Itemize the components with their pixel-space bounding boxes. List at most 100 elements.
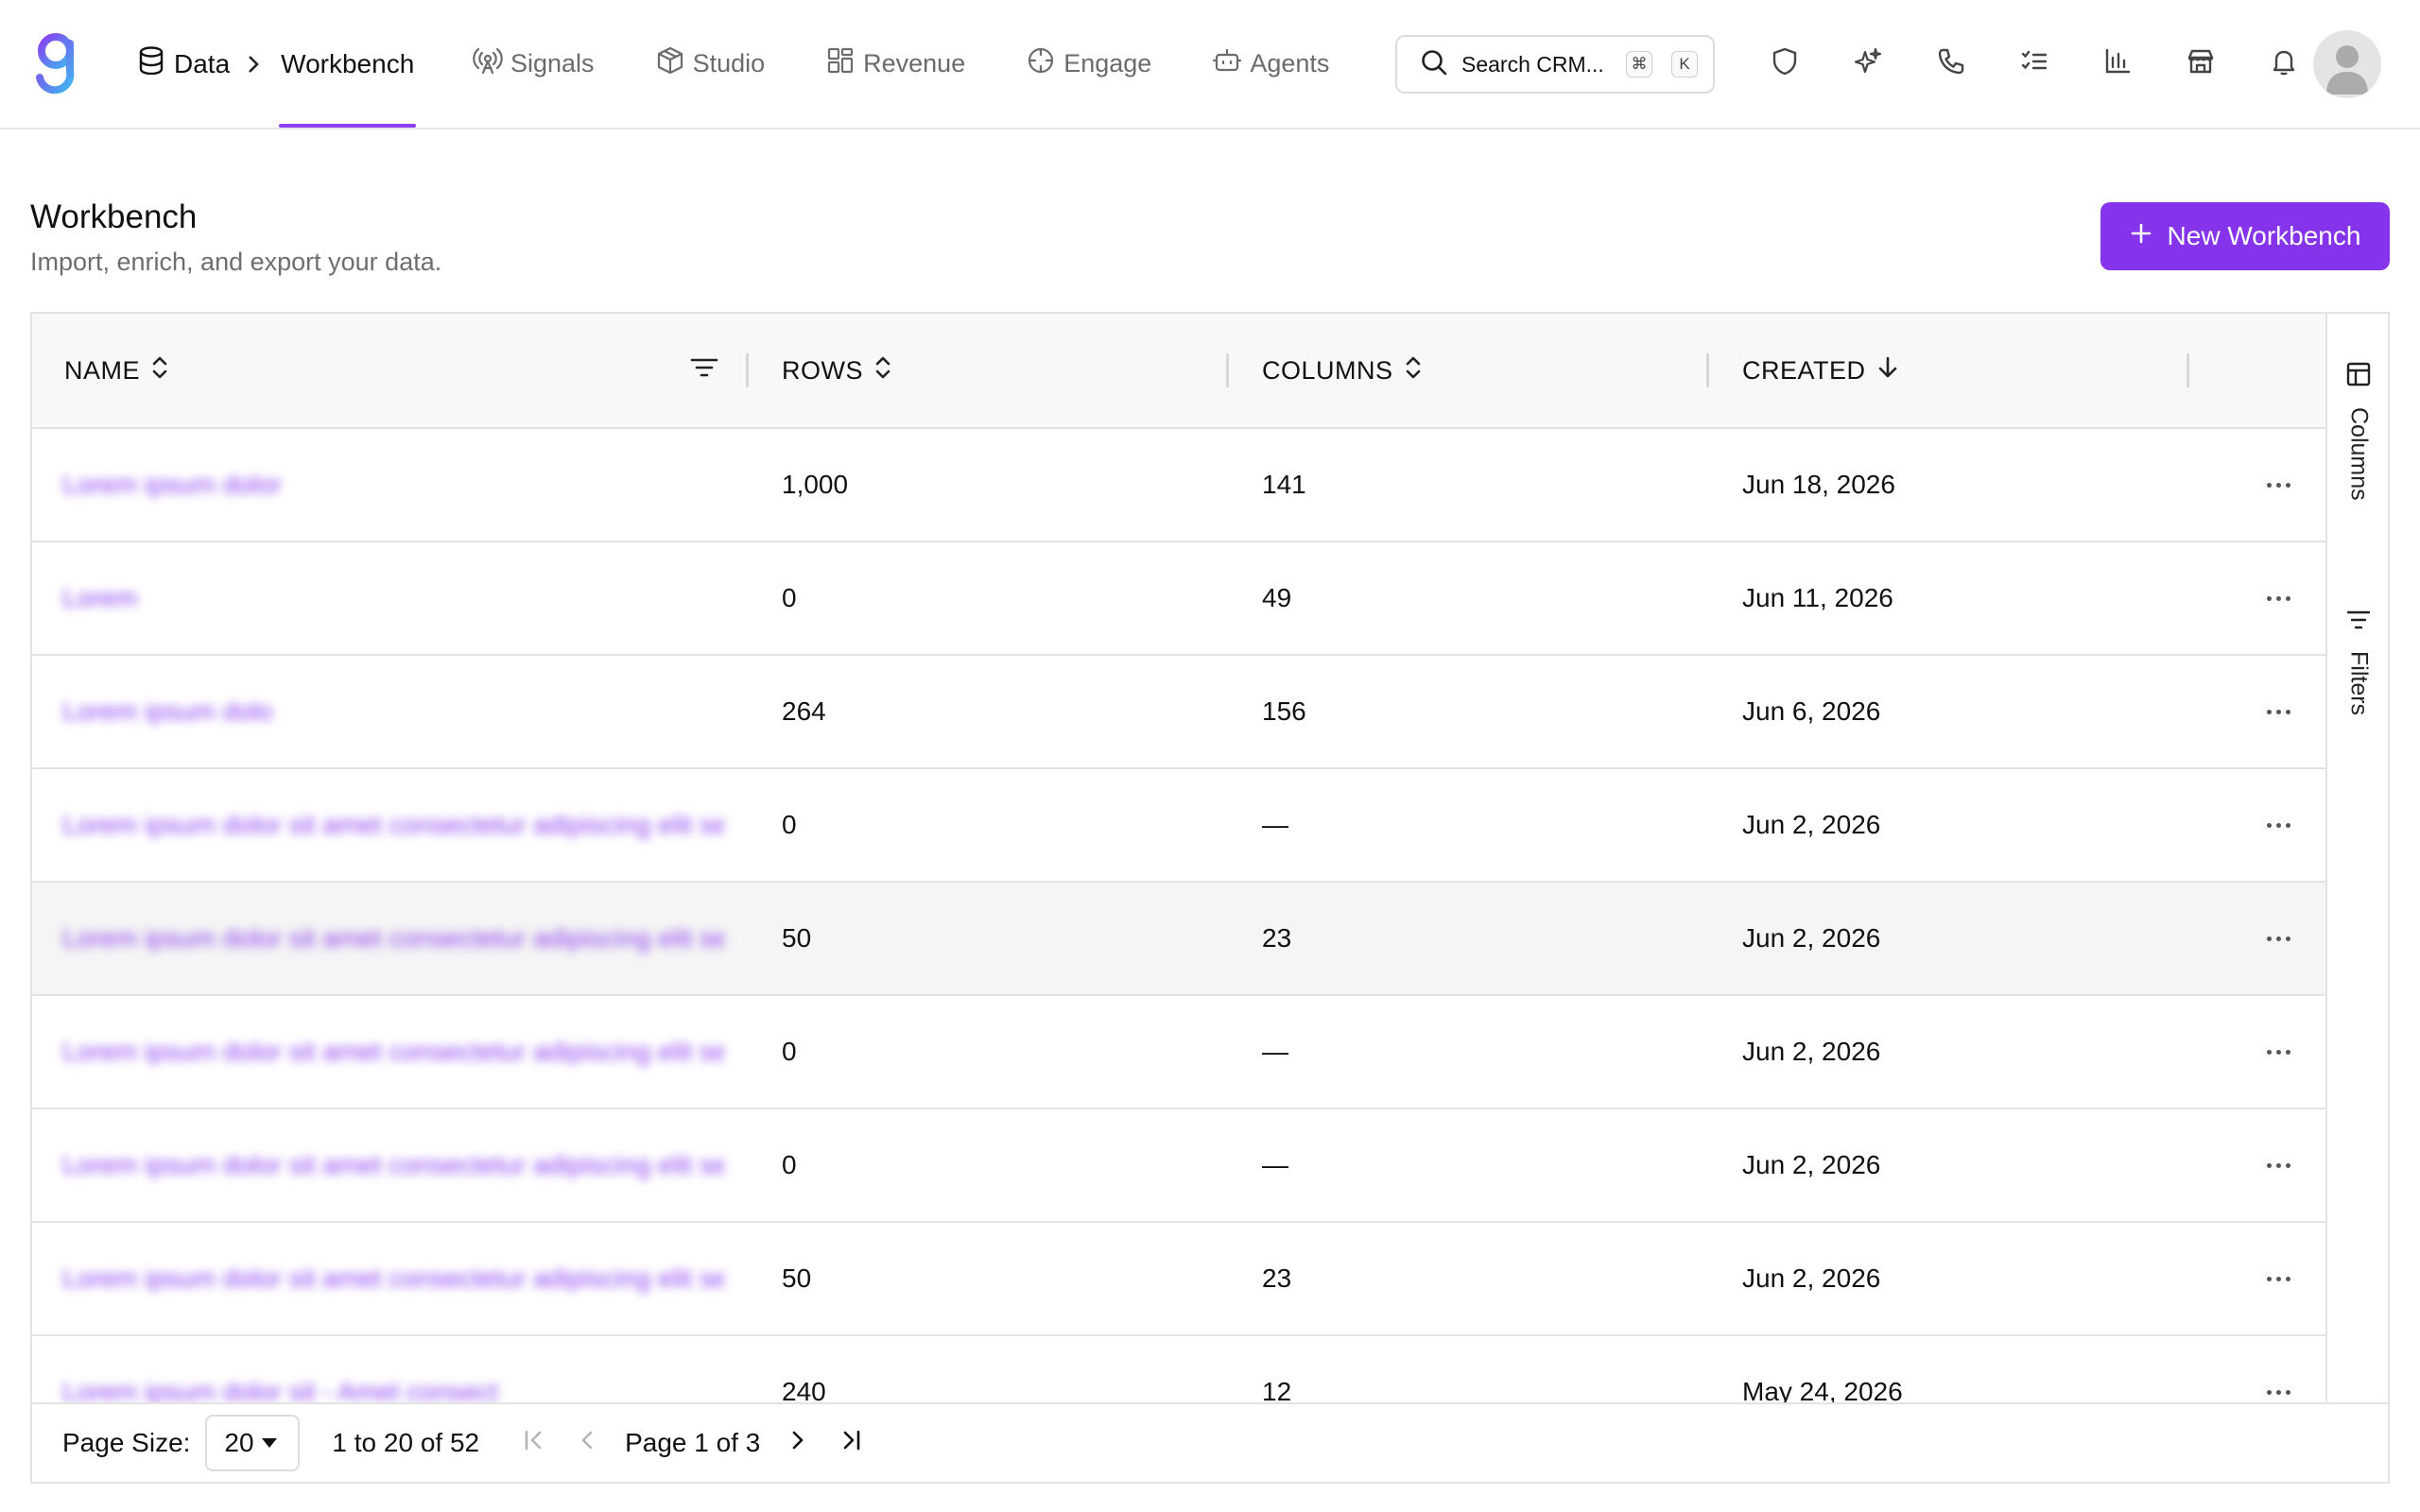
row-actions-button[interactable] <box>2244 883 2312 994</box>
table-row[interactable]: Lorem 0 49 Jun 11, 2026 <box>32 542 2325 656</box>
filters-tab-label: Filters <box>2345 651 2373 716</box>
table-row[interactable]: Lorem ipsum dolor sit amet consectetur a… <box>32 769 2325 883</box>
row-actions-button[interactable] <box>2244 1223 2312 1334</box>
row-actions-button[interactable] <box>2244 656 2312 767</box>
page-size-select[interactable]: 20 <box>205 1415 301 1471</box>
header-created-label: CREATED <box>1742 355 1866 385</box>
main-nav: Signals Studio Revenue Engage Agents <box>473 0 1390 128</box>
created-date-cell: Jun 2, 2026 <box>1742 810 1881 839</box>
row-actions-button[interactable] <box>2244 1336 2312 1402</box>
table-row[interactable]: Lorem ipsum dolor sit amet consectetur a… <box>32 1223 2325 1336</box>
arrow-down-icon <box>1877 355 1898 387</box>
ai-sparkles-button[interactable] <box>1826 34 1910 94</box>
page-title: Workbench <box>30 198 198 235</box>
table-row[interactable]: Lorem ipsum dolor sit - Amet consect 240 1… <box>32 1336 2325 1402</box>
table-row[interactable]: Lorem ipsum dolo 264 156 Jun 6, 2026 <box>32 656 2325 769</box>
filter-menu-button[interactable] <box>690 314 718 427</box>
workbench-name-link[interactable]: Lorem ipsum dolor sit - Amet consect <box>62 1336 724 1402</box>
chevron-right-icon <box>786 1428 810 1459</box>
nav-agents-label: Agents <box>1250 49 1330 77</box>
table-row[interactable]: Lorem ipsum dolor sit amet consectetur a… <box>32 1109 2325 1223</box>
more-horizontal-icon <box>2266 709 2290 714</box>
last-page-icon <box>838 1428 863 1459</box>
shortcut-mod-key: ⌘ <box>1626 51 1652 77</box>
breadcrumb-data[interactable]: Data <box>138 46 230 81</box>
nav-signals[interactable]: Signals <box>473 45 595 82</box>
store-button[interactable] <box>2159 34 2242 94</box>
first-page-button[interactable] <box>508 1417 561 1469</box>
more-horizontal-icon <box>2266 936 2290 941</box>
row-actions-button[interactable] <box>2244 769 2312 881</box>
workbench-name-link[interactable]: Lorem ipsum dolor sit amet consectetur a… <box>62 883 724 994</box>
workbench-name-link[interactable]: Lorem ipsum dolor sit amet consectetur a… <box>62 769 724 881</box>
filters-tab[interactable]: Filters <box>2327 609 2388 716</box>
created-date-cell: Jun 2, 2026 <box>1742 1150 1881 1179</box>
table-rows: Lorem ipsum dolor 1,000 141 Jun 18, 2026 Lor… <box>32 429 2325 1402</box>
analytics-button[interactable] <box>2076 34 2159 94</box>
filter-lines-icon <box>690 356 718 386</box>
more-horizontal-icon <box>2266 595 2290 601</box>
nav-signals-label: Signals <box>510 49 595 77</box>
created-date-cell: Jun 2, 2026 <box>1742 1263 1881 1293</box>
column-resize-handle[interactable] <box>746 353 749 387</box>
workbench-name-link[interactable]: Lorem ipsum dolor sit amet consectetur a… <box>62 996 724 1108</box>
next-page-button[interactable] <box>771 1417 824 1469</box>
column-resize-handle[interactable] <box>1226 353 1229 387</box>
header-columns-label: COLUMNS <box>1262 355 1393 385</box>
bot-icon <box>1212 45 1242 82</box>
column-resize-handle[interactable] <box>2187 353 2189 387</box>
column-count-cell: — <box>1262 1150 1288 1179</box>
nav-studio[interactable]: Studio <box>655 45 765 82</box>
row-actions-button[interactable] <box>2244 1109 2312 1221</box>
header-created[interactable]: CREATED <box>1742 314 1898 427</box>
phone-button[interactable] <box>1910 34 1993 94</box>
breadcrumb-workbench[interactable]: Workbench <box>279 0 417 128</box>
header-columns[interactable]: COLUMNS <box>1262 314 1422 427</box>
row-actions-button[interactable] <box>2244 542 2312 654</box>
row-actions-button[interactable] <box>2244 429 2312 541</box>
columns-tab[interactable]: Columns <box>2327 361 2388 501</box>
nav-revenue[interactable]: Revenue <box>825 45 965 82</box>
table-row[interactable]: Lorem ipsum dolor 1,000 141 Jun 18, 2026 <box>32 429 2325 542</box>
nav-agents[interactable]: Agents <box>1212 45 1329 82</box>
row-count-cell: 0 <box>782 810 797 839</box>
crosshair-icon <box>1026 45 1056 82</box>
workbench-name-link[interactable]: Lorem ipsum dolor <box>62 429 724 541</box>
user-avatar[interactable] <box>2313 30 2381 98</box>
row-count-cell: 0 <box>782 583 797 612</box>
page-size-value: 20 <box>224 1428 254 1457</box>
tasks-button[interactable] <box>1993 34 2076 94</box>
new-workbench-button[interactable]: New Workbench <box>2100 202 2390 270</box>
table-row[interactable]: Lorem ipsum dolor sit amet consectetur a… <box>32 996 2325 1109</box>
workbench-name-link[interactable]: Lorem ipsum dolo <box>62 656 724 767</box>
page-subtitle: Import, enrich, and export your data. <box>30 248 442 276</box>
search-placeholder: Search CRM... <box>1461 51 1604 77</box>
workbench-name-link[interactable]: Lorem <box>62 542 724 654</box>
more-horizontal-icon <box>2266 1049 2290 1055</box>
table-row[interactable]: Lorem ipsum dolor sit amet consectetur a… <box>32 883 2325 996</box>
last-page-button[interactable] <box>824 1417 877 1469</box>
search-input[interactable]: Search CRM... ⌘ K <box>1395 35 1715 94</box>
previous-page-button[interactable] <box>561 1417 614 1469</box>
nav-engage[interactable]: Engage <box>1026 45 1151 82</box>
workbench-name-link[interactable]: Lorem ipsum dolor sit amet consectetur a… <box>62 1223 724 1334</box>
row-actions-button[interactable] <box>2244 996 2312 1108</box>
store-icon <box>2186 46 2216 81</box>
bell-icon <box>2269 46 2299 81</box>
side-panel: Columns Filters <box>2325 314 2388 1402</box>
row-count-cell: 240 <box>782 1377 826 1402</box>
shield-button[interactable] <box>1743 34 1826 94</box>
bar-chart-icon <box>2102 46 2133 81</box>
header-name-label: NAME <box>64 355 141 385</box>
app-logo[interactable] <box>32 32 79 94</box>
pagination-bar: Page Size: 20 1 to 20 of 52 Page 1 of 3 <box>32 1402 2388 1482</box>
header-rows[interactable]: ROWS <box>782 314 891 427</box>
column-resize-handle[interactable] <box>1706 353 1709 387</box>
more-horizontal-icon <box>2266 1162 2290 1168</box>
header-name[interactable]: NAME <box>64 314 168 427</box>
column-count-cell: 141 <box>1262 470 1306 499</box>
table-header: NAME ROWS COLUMNS CREATED <box>32 314 2325 429</box>
tasks-icon <box>2019 46 2049 81</box>
breadcrumb-data-label: Data <box>174 48 231 78</box>
workbench-name-link[interactable]: Lorem ipsum dolor sit amet consectetur a… <box>62 1109 724 1221</box>
